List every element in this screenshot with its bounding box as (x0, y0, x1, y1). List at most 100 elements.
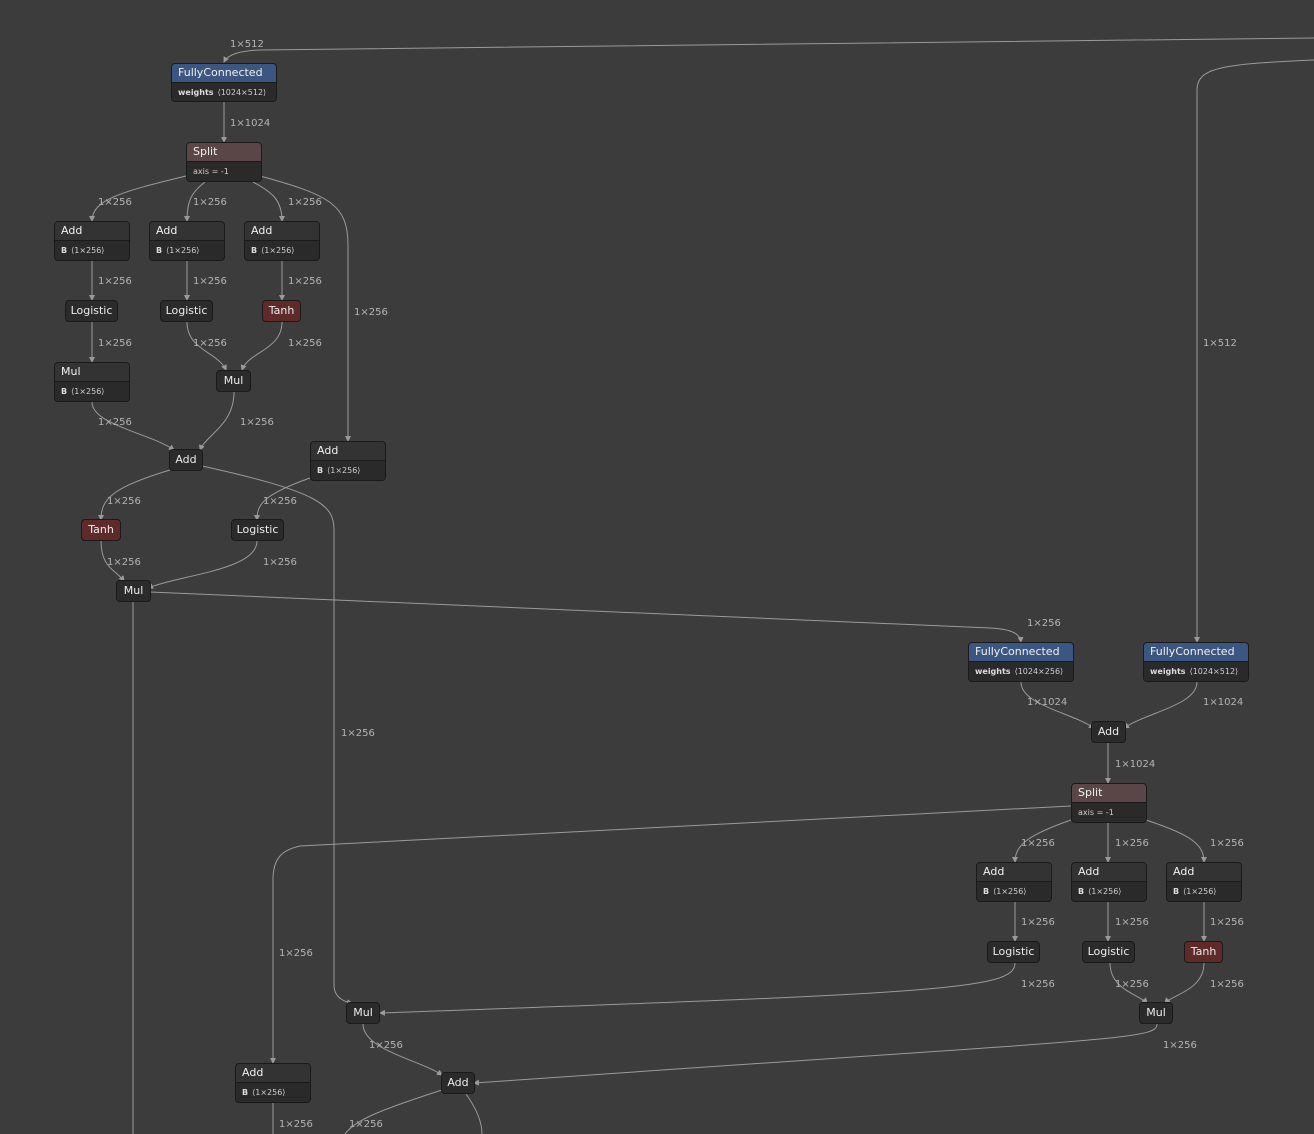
tanh-node[interactable]: Tanh (81, 519, 121, 541)
attribute-name: B (61, 246, 68, 255)
mul-node[interactable]: Mul (116, 580, 151, 602)
edge-label: 1×256 (349, 1119, 383, 1130)
edge (270, 805, 1072, 1064)
add-node[interactable]: Add B ⟨1×256⟩ (54, 221, 130, 261)
edge (1145, 819, 1207, 863)
edge-label: 1×256 (193, 338, 227, 349)
node-attribute: axis = -1 (187, 161, 261, 181)
node-attribute: weights ⟨1024×512⟩ (1144, 661, 1248, 681)
edge-label: 1×256 (1210, 838, 1244, 849)
attribute-name: B (61, 387, 68, 396)
logistic-node[interactable]: Logistic (1082, 941, 1135, 963)
attribute-name: weights (1150, 667, 1186, 676)
split-node[interactable]: Split axis = -1 (186, 142, 262, 182)
node-attribute: axis = -1 (1072, 802, 1146, 822)
logistic-node[interactable]: Logistic (160, 300, 213, 322)
add-node[interactable]: Add (441, 1072, 475, 1094)
attribute-name: weights (975, 667, 1011, 676)
edge-label: 1×256 (1210, 917, 1244, 928)
node-title: Split (187, 143, 261, 161)
node-attribute: B ⟨1×256⟩ (236, 1082, 310, 1102)
node-title: Add (55, 222, 129, 240)
attribute-value: ⟨1×256⟩ (327, 466, 361, 475)
edge (473, 1023, 1158, 1086)
edge-label: 1×512 (1203, 338, 1237, 349)
edge-label: 1×256 (240, 417, 274, 428)
attribute-value: ⟨1×256⟩ (71, 246, 105, 255)
edge-label: 1×256 (1210, 979, 1244, 990)
node-title: FullyConnected (969, 643, 1073, 661)
add-node[interactable]: Add (1091, 721, 1126, 743)
edge (1123, 681, 1198, 729)
edge-label: 1×256 (1163, 1040, 1197, 1051)
mul-node[interactable]: Mul (216, 370, 251, 392)
attribute-value: ⟨1×256⟩ (993, 887, 1027, 896)
node-attribute: weights ⟨1024×256⟩ (969, 661, 1073, 681)
add-node[interactable]: Add B ⟨1×256⟩ (235, 1063, 311, 1103)
add-node[interactable]: Add B ⟨1×256⟩ (1071, 862, 1147, 902)
logistic-node[interactable]: Logistic (65, 300, 118, 322)
edge-label: 1×256 (1115, 838, 1149, 849)
edge (149, 591, 1024, 643)
node-title: FullyConnected (1144, 643, 1248, 661)
edge-label: 1×512 (230, 39, 264, 50)
edge-label: 1×256 (288, 338, 322, 349)
mul-node[interactable]: Mul (346, 1002, 380, 1024)
edge (1194, 59, 1314, 643)
split-node[interactable]: Split axis = -1 (1071, 783, 1147, 823)
add-node[interactable]: Add B ⟨1×256⟩ (1166, 862, 1242, 902)
edge-label: 1×256 (98, 338, 132, 349)
node-attribute: B ⟨1×256⟩ (977, 881, 1051, 901)
fully-connected-node[interactable]: FullyConnected weights ⟨1024×512⟩ (1143, 642, 1249, 682)
edge-label: 1×256 (107, 496, 141, 507)
node-attribute: B ⟨1×256⟩ (55, 381, 129, 401)
edge-label: 1×256 (1021, 917, 1055, 928)
fully-connected-node[interactable]: FullyConnected weights ⟨1024×256⟩ (968, 642, 1074, 682)
attribute-name: B (1078, 887, 1085, 896)
logistic-node[interactable]: Logistic (231, 519, 284, 541)
edge-label: 1×256 (98, 417, 132, 428)
mul-node[interactable]: Mul (1139, 1002, 1173, 1024)
add-node[interactable]: Add (169, 449, 203, 471)
edge (240, 321, 283, 371)
mul-node[interactable]: Mul B ⟨1×256⟩ (54, 362, 130, 402)
edge-label: 1×1024 (1027, 697, 1068, 708)
node-title: Add (236, 1064, 310, 1082)
add-node[interactable]: Add B ⟨1×256⟩ (244, 221, 320, 261)
node-title: Split (1072, 784, 1146, 802)
edge (98, 469, 171, 521)
attribute-value: ⟨1×256⟩ (252, 1088, 286, 1097)
attribute-value: ⟨1024×512⟩ (217, 88, 267, 97)
attribute-value: ⟨1024×256⟩ (1014, 667, 1064, 676)
edge-label: 1×1024 (1115, 759, 1156, 770)
edge (199, 391, 235, 451)
node-title: Add (977, 863, 1051, 881)
node-attribute: B ⟨1×256⟩ (150, 240, 224, 260)
edge (223, 37, 1314, 63)
node-title: Add (311, 442, 385, 460)
node-attribute: weights ⟨1024×512⟩ (172, 82, 276, 101)
edge-label: 1×256 (279, 1119, 313, 1130)
attribute-name: B (156, 246, 163, 255)
edge-label: 1×256 (341, 728, 375, 739)
tanh-node[interactable]: Tanh (1184, 941, 1223, 963)
attribute-name: B (242, 1088, 249, 1097)
attribute-value: ⟨1×256⟩ (71, 387, 105, 396)
tanh-node[interactable]: Tanh (262, 300, 301, 322)
attribute-value: ⟨1×256⟩ (1088, 887, 1122, 896)
fully-connected-node[interactable]: FullyConnected weights ⟨1024×512⟩ (171, 63, 277, 102)
edge (147, 540, 258, 589)
attribute-value: ⟨1×256⟩ (1183, 887, 1217, 896)
add-node[interactable]: Add B ⟨1×256⟩ (976, 862, 1052, 902)
attribute-value: ⟨1024×512⟩ (1189, 667, 1239, 676)
add-node[interactable]: Add B ⟨1×256⟩ (310, 441, 386, 481)
add-node[interactable]: Add B ⟨1×256⟩ (149, 221, 225, 261)
node-attribute: B ⟨1×256⟩ (1167, 881, 1241, 901)
node-attribute: B ⟨1×256⟩ (55, 240, 129, 260)
edge-label: 1×256 (369, 1040, 403, 1051)
edge (1164, 962, 1205, 1004)
attribute-name: B (317, 466, 324, 475)
logistic-node[interactable]: Logistic (987, 941, 1040, 963)
edge-label: 1×256 (279, 948, 313, 959)
attribute-value: ⟨1×256⟩ (166, 246, 200, 255)
